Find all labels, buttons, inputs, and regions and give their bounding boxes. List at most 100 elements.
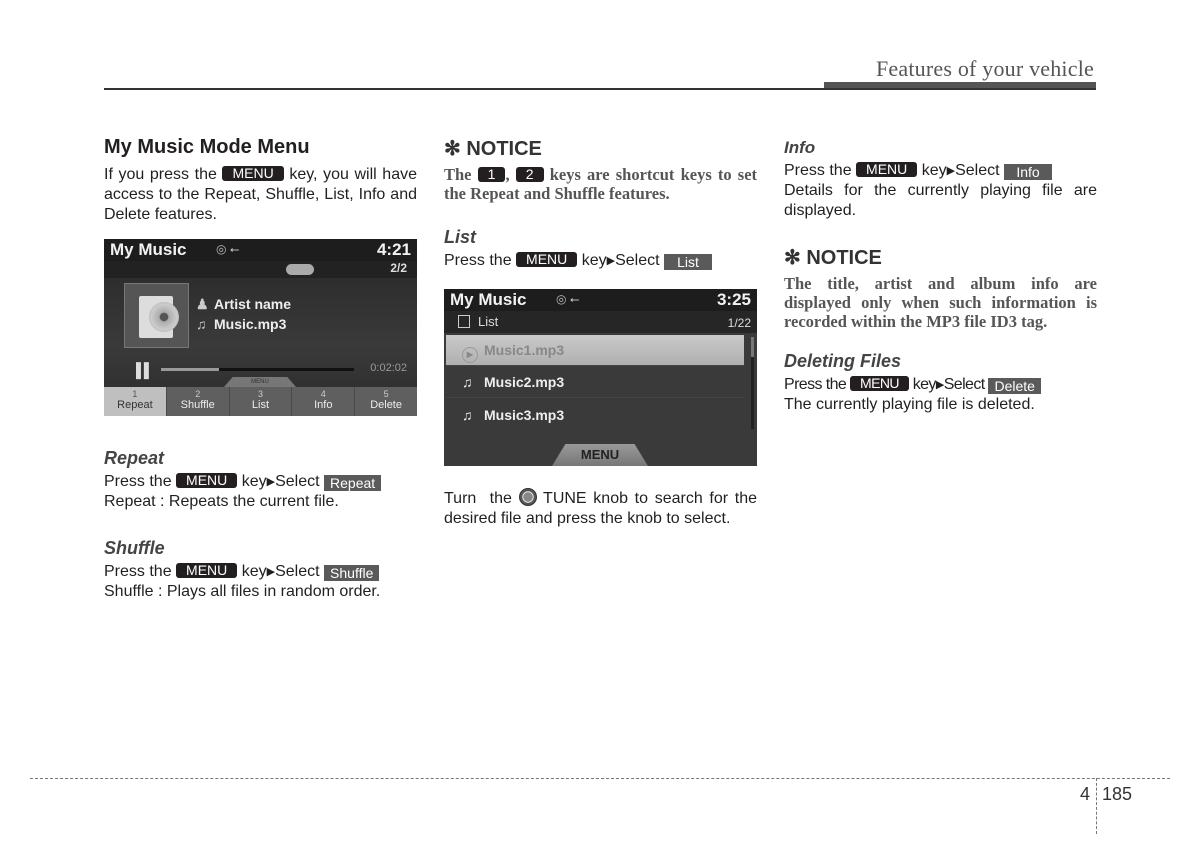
menu-button[interactable]: MENU (552, 444, 648, 466)
pause-icon[interactable]: ▌▌ (136, 362, 154, 378)
list-title: List (444, 227, 477, 247)
usb-source-icon: ◎ ⭠ (556, 292, 580, 306)
key-2: 2 (515, 167, 544, 182)
press-text: Press the (784, 162, 852, 179)
progress-bar (161, 368, 354, 371)
select-text: Select (943, 376, 985, 393)
info-title: Info (784, 138, 816, 157)
now-playing-screen: My Music ◎ ⭠ 4:21 2/2 ♟ Artist name ♫ Musi… (104, 239, 417, 416)
album-art-icon (124, 283, 189, 348)
key-text: key (241, 563, 267, 580)
artist-line: ♟ Artist name (196, 296, 291, 313)
repeat-instruction: Press the MENU key▶Select Repeat (104, 472, 417, 492)
section-title: My Music Mode Menu (104, 136, 310, 158)
key-1: 1 (477, 167, 506, 182)
softkey-num: 3 (257, 389, 263, 399)
scrollbar[interactable] (751, 337, 754, 429)
softkey-repeat[interactable]: 1 Repeat (104, 387, 167, 416)
softkey-label: Info (314, 399, 333, 411)
intro-pre: If you press the (104, 166, 217, 183)
list-instruction: Press the MENU key▶Select List (444, 251, 757, 271)
column-1: My Music Mode Menu If you press the MENU… (104, 136, 417, 602)
artist-name: Artist name (214, 296, 292, 312)
menu-tab[interactable]: MENU (224, 377, 296, 387)
softkey-shuffle[interactable]: 2 Shuffle (167, 387, 230, 416)
softkey-bar: 1 Repeat 2 Shuffle 3 List 4 Info 5 Delete (104, 387, 417, 416)
running-header: Features of your vehicle (875, 56, 1094, 81)
list-label-text: List (478, 314, 499, 329)
chapter-number: 4 (1080, 784, 1091, 804)
list-label: List (458, 314, 498, 329)
delete-option: Delete (988, 378, 1041, 394)
list-option: List (664, 254, 713, 270)
screen-title: My Music (110, 240, 187, 259)
list-item-label: Music3.mp3 (484, 407, 565, 423)
list-item-label: Music2.mp3 (484, 374, 565, 390)
repeat-mode-icon (286, 264, 314, 275)
list-item[interactable]: ♫ Music3.mp3 (446, 400, 744, 431)
arrow-right-icon: ▶ (266, 566, 276, 578)
list-icon (458, 315, 470, 328)
softkey-info[interactable]: 4 Info (292, 387, 356, 416)
menu-key: MENU (850, 376, 909, 391)
column-2: ✻ NOTICE The 1, 2 keys are shortcut keys… (444, 136, 757, 529)
select-text: Select (955, 162, 1000, 179)
arrow-right-icon: ▶ (266, 476, 276, 488)
key-text: key (912, 376, 937, 393)
scrollbar-thumb[interactable] (751, 337, 754, 357)
usb-source-icon: ◎ ⭠ (216, 242, 240, 256)
arrow-right-icon: ▶ (606, 255, 616, 267)
select-text: Select (275, 473, 320, 490)
press-text: Press the (444, 252, 512, 269)
delete-instruction: Press the MENU key▶Select Delete (784, 375, 1097, 395)
menu-key: MENU (222, 166, 284, 181)
tune-instruction: Turn the TUNE knob to search for the des… (444, 488, 757, 529)
list-item[interactable]: ♫ Music2.mp3 (446, 367, 744, 398)
softkey-label: List (251, 399, 270, 411)
shuffle-title: Shuffle (104, 538, 165, 558)
music-note-icon: ♫ (196, 316, 207, 332)
header-rule (104, 88, 1096, 90)
notice-text: The title, artist and album info are dis… (784, 274, 1097, 331)
softkey-label: Shuffle (180, 399, 215, 411)
press-text: Press the (104, 563, 172, 580)
track-count: 2/2 (390, 261, 407, 275)
menu-key: MENU (856, 162, 918, 177)
arrow-right-icon: ▶ (946, 165, 956, 177)
notice-title: ✻ NOTICE (784, 247, 882, 269)
softkey-list[interactable]: 3 List (230, 387, 293, 416)
music-note-icon: ♫ (462, 407, 473, 423)
repeat-option: Repeat (324, 475, 382, 491)
list-screen: My Music ◎ ⭠ 3:25 List 1/22 ▶ Music1.mp3 … (444, 289, 757, 466)
screen-title: My Music (450, 290, 527, 309)
shuffle-option: Shuffle (324, 565, 380, 581)
repeat-title: Repeat (104, 448, 165, 468)
key-text: key (581, 252, 607, 269)
progress-fill (161, 368, 219, 371)
list-item[interactable]: ▶ Music1.mp3 (446, 335, 744, 366)
tune-pre: Turn the (444, 490, 512, 507)
file-name: Music.mp3 (214, 316, 287, 332)
menu-key: MENU (516, 252, 578, 267)
notice-title: ✻ NOTICE (444, 138, 542, 160)
key-text: key (921, 162, 947, 179)
screen-clock: 4:21 (376, 240, 411, 259)
menu-key: MENU (176, 563, 238, 578)
key-text: key (241, 473, 267, 490)
softkey-delete[interactable]: 5 Delete (355, 387, 417, 416)
softkey-label: Delete (370, 399, 402, 411)
delete-title: Deleting Files (784, 351, 902, 371)
column-3: Info Press the MENU key▶Select Info Deta… (784, 138, 1097, 415)
file-line: ♫ Music.mp3 (196, 316, 286, 332)
list-count: 1/22 (727, 316, 751, 330)
info-desc: Details for the currently playing file a… (784, 182, 1097, 219)
delete-desc: The currently playing file is deleted. (784, 396, 1035, 413)
music-note-icon: ♫ (462, 374, 473, 390)
info-option: Info (1004, 164, 1053, 180)
softkey-num: 4 (320, 389, 326, 399)
footer-rule (30, 778, 1170, 779)
screen-subbar (104, 261, 417, 278)
person-icon: ♟ (196, 296, 209, 312)
play-icon: ▶ (462, 347, 478, 363)
intro-text: If you press the MENU key, you will have… (104, 165, 417, 225)
